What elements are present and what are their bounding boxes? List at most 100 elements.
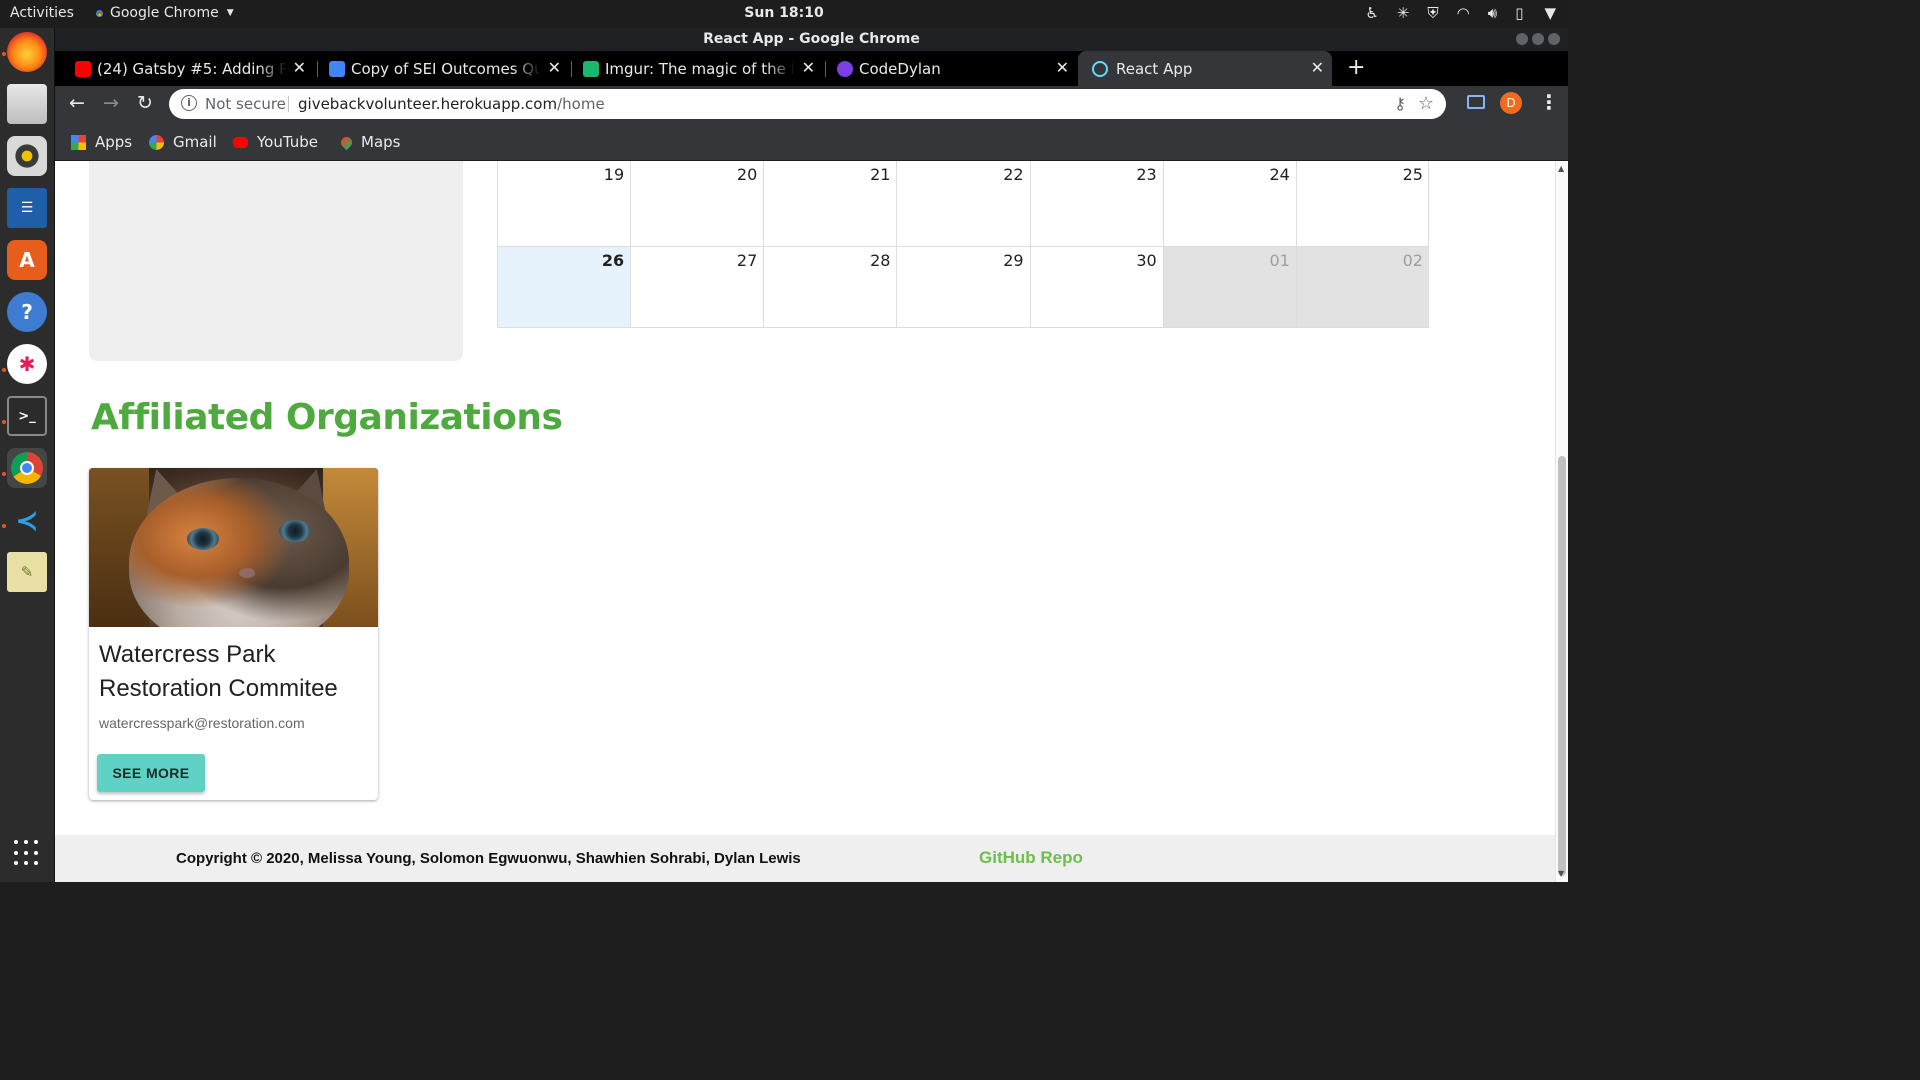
back-arrow-icon[interactable]: ← [69, 92, 85, 114]
address-bar[interactable]: i Not secure givebackvolunteer.herokuapp… [169, 89, 1446, 119]
running-indicator [2, 472, 6, 476]
tab-close-icon[interactable]: ✕ [802, 58, 815, 77]
chrome-dock-icon[interactable] [7, 448, 47, 488]
tab-close-icon[interactable]: ✕ [1056, 58, 1069, 77]
security-label[interactable]: Not secure [205, 95, 286, 113]
accessibility-icon[interactable]: ♿ [1365, 4, 1378, 22]
calendar-day[interactable]: 20 [631, 161, 765, 246]
bookmark-apps[interactable]: Apps [71, 133, 132, 151]
show-applications-icon[interactable] [14, 840, 40, 866]
cast-icon[interactable] [1467, 95, 1485, 109]
bookmark-gmail[interactable]: Gmail [149, 133, 217, 151]
react-favicon-icon [1092, 61, 1108, 77]
calendar-day[interactable]: 27 [631, 247, 765, 327]
tab-close-icon[interactable]: ✕ [548, 58, 561, 77]
organization-image [89, 468, 378, 627]
day-number: 22 [1003, 165, 1024, 184]
new-tab-icon[interactable]: + [1347, 55, 1365, 80]
see-more-button[interactable]: SEE MORE [97, 754, 205, 792]
terminal-icon[interactable]: >_ [7, 396, 47, 436]
calendar-day[interactable]: 30 [1031, 247, 1164, 327]
day-number: 27 [736, 251, 758, 270]
profile-avatar[interactable]: D [1500, 92, 1522, 114]
browser-tab[interactable]: (24) Gatsby #5: Adding Pa ✕ [75, 51, 314, 86]
browser-tab[interactable]: Copy of SEI Outcomes Qu ✕ [329, 51, 569, 86]
calendar-day[interactable]: 24 [1164, 161, 1297, 246]
browser-tab-active[interactable]: React App ✕ [1078, 51, 1332, 86]
scroll-up-icon[interactable]: ▲ [1558, 164, 1564, 173]
calendar-day-today[interactable]: 26 [498, 247, 632, 327]
image-viewer-icon[interactable]: ✎ [7, 552, 47, 592]
battery-icon[interactable]: ▯ [1515, 4, 1523, 22]
tab-close-icon[interactable]: ✕ [293, 58, 306, 77]
rhythmbox-icon[interactable] [7, 136, 47, 176]
omnibox-divider [288, 96, 289, 112]
scroll-down-icon[interactable]: ▼ [1558, 869, 1564, 878]
window-controls[interactable] [1516, 33, 1560, 45]
wifi-icon[interactable]: ◠ [1457, 4, 1470, 22]
day-number: 24 [1269, 165, 1290, 184]
day-number: 20 [736, 165, 758, 184]
clock[interactable]: Sun 18:10 [0, 5, 1568, 21]
shield-icon[interactable]: ⛨ [1427, 4, 1438, 22]
help-icon[interactable]: ? [7, 292, 47, 332]
calendar-day[interactable]: 28 [764, 247, 898, 327]
browser-tab[interactable]: CodeDylan ✕ [837, 51, 1077, 86]
reload-icon[interactable]: ↻ [137, 92, 153, 114]
minimize-icon[interactable] [1516, 33, 1528, 45]
forward-arrow-icon[interactable]: → [103, 92, 119, 114]
github-repo-link[interactable]: GitHub Repo [979, 848, 1083, 868]
bookmarks-bar: Apps Gmail YouTube Maps [55, 123, 1568, 161]
apps-grid-icon [71, 134, 86, 150]
day-number: 30 [1136, 251, 1157, 270]
browser-tab[interactable]: Imgur: The magic of the Ir ✕ [583, 51, 823, 86]
menu-kebab-icon[interactable]: ⋮ [1539, 90, 1559, 114]
slack-tray-icon[interactable]: ✳ [1397, 4, 1410, 22]
system-tray[interactable]: ♿ ✳ ⛨ ◠ 🔊︎ ▯ ▼ [1365, 4, 1556, 22]
tab-close-icon[interactable]: ✕ [1311, 58, 1324, 77]
url-host: givebackvolunteer.herokuapp.com [298, 95, 558, 113]
running-indicator [2, 524, 6, 528]
organization-card: Watercress Park Restoration Commitee wat… [89, 468, 378, 800]
maximize-icon[interactable] [1532, 33, 1544, 45]
vscode-icon[interactable]: ≺ [7, 500, 47, 540]
files-icon[interactable] [7, 84, 47, 124]
page-scrollbar[interactable]: ▲ ▼ [1555, 161, 1568, 882]
url-text[interactable]: givebackvolunteer.herokuapp.com/home [298, 95, 605, 113]
tab-title: Copy of SEI Outcomes Qu [351, 59, 541, 78]
calendar-day[interactable]: 21 [764, 161, 898, 246]
calendar-day-next-month[interactable]: 02 [1296, 247, 1429, 327]
key-icon[interactable]: ⚷ [1394, 94, 1406, 113]
calendar-day[interactable]: 22 [897, 161, 1031, 246]
calendar-day[interactable]: 25 [1297, 161, 1429, 246]
close-window-icon[interactable] [1548, 33, 1560, 45]
calendar-day-next-month[interactable]: 01 [1163, 247, 1297, 327]
bookmark-youtube[interactable]: YouTube [233, 133, 318, 151]
youtube-icon [233, 136, 248, 148]
app-menu[interactable]: Google Chrome ▼ [94, 5, 234, 21]
volume-icon[interactable]: 🔊︎ [1488, 4, 1497, 22]
writer-icon[interactable]: ☰ [7, 188, 47, 228]
info-icon[interactable]: i [181, 95, 197, 111]
calendar-day[interactable]: 23 [1031, 161, 1164, 246]
sidebar-panel [89, 161, 463, 361]
slack-icon[interactable]: ✱ [7, 344, 47, 384]
window-titlebar[interactable]: React App - Google Chrome [55, 28, 1568, 51]
page-viewport: 19 20 21 22 23 24 25 26 27 28 29 30 01 0… [55, 161, 1568, 882]
software-center-icon[interactable]: A [7, 240, 47, 280]
app-menu-label: Google Chrome [110, 5, 219, 21]
system-top-bar: Activities Google Chrome ▼ Sun 18:10 ♿ ✳… [0, 0, 1568, 28]
calendar-day[interactable]: 19 [498, 161, 632, 246]
scrollbar-thumb[interactable] [1558, 456, 1566, 876]
bookmark-maps[interactable]: Maps [338, 133, 400, 151]
day-number: 01 [1269, 251, 1290, 270]
calendar-grid: 19 20 21 22 23 24 25 26 27 28 29 30 01 0… [497, 161, 1429, 328]
day-number: 21 [870, 165, 891, 184]
firefox-icon[interactable] [7, 32, 47, 72]
calendar-day[interactable]: 29 [897, 247, 1031, 327]
bookmark-star-icon[interactable]: ☆ [1418, 93, 1434, 114]
activities-button[interactable]: Activities [10, 5, 74, 21]
day-number: 25 [1402, 165, 1423, 184]
organization-name: Watercress Park Restoration Commitee [99, 641, 338, 702]
chevron-down-icon[interactable]: ▼ [1544, 4, 1556, 22]
